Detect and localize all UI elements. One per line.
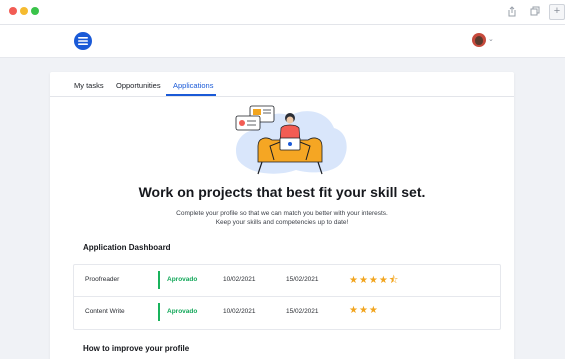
avatar-face [475, 36, 483, 45]
new-tab-button[interactable]: + [549, 4, 565, 20]
tab-opportunities[interactable]: Opportunities [116, 81, 161, 90]
status-indicator-bar [158, 303, 160, 321]
page-headline: Work on projects that best fit your skil… [138, 184, 426, 200]
active-tab-indicator [166, 94, 216, 96]
tab-bar: My tasks Opportunities Applications [50, 72, 514, 97]
application-name: Proofreader [85, 276, 120, 283]
maximize-window-button[interactable] [31, 7, 39, 15]
user-avatar[interactable] [472, 33, 486, 47]
improve-profile-title: How to improve your profile [83, 344, 190, 353]
headline-subtitle-line-1: Complete your profile so that we can mat… [176, 210, 388, 217]
status-indicator-bar [158, 271, 160, 289]
chevron-down-icon[interactable]: ⌄ [488, 35, 494, 43]
browser-window: + ⌄ My tasks Opportunities Applications [0, 0, 565, 359]
application-name: Content Write [85, 308, 125, 315]
minimize-window-button[interactable] [20, 7, 28, 15]
headline-subtitle-line-2: Keep your skills and competencies up to … [215, 219, 349, 226]
table-row[interactable]: Content Write Aprovado 10/02/2021 15/02/… [74, 297, 500, 328]
application-table: Proofreader Aprovado 10/02/2021 15/02/20… [73, 264, 501, 330]
status-badge: Aprovado [167, 308, 198, 315]
main-card: My tasks Opportunities Applications Work [50, 72, 514, 359]
tab-applications[interactable]: Applications [173, 81, 213, 90]
close-window-button[interactable] [9, 7, 17, 15]
end-date: 15/02/2021 [286, 308, 319, 315]
dashboard-title: Application Dashboard [83, 243, 171, 252]
tab-my-tasks[interactable]: My tasks [74, 81, 104, 90]
star-rating: ★★★★⯪ [349, 275, 400, 286]
start-date: 10/02/2021 [223, 308, 256, 315]
end-date: 15/02/2021 [286, 276, 319, 283]
app-header: ⌄ [0, 25, 565, 58]
share-icon[interactable] [506, 5, 518, 17]
table-row[interactable]: Proofreader Aprovado 10/02/2021 15/02/20… [74, 265, 500, 297]
window-titlebar: + [0, 0, 565, 25]
menu-lines-logo-icon[interactable] [74, 32, 92, 50]
start-date: 10/02/2021 [223, 276, 256, 283]
tabs-icon[interactable] [529, 5, 541, 17]
status-badge: Aprovado [167, 276, 198, 283]
star-rating: ★★★ [349, 305, 379, 316]
person-with-laptop-illustration [235, 105, 347, 175]
